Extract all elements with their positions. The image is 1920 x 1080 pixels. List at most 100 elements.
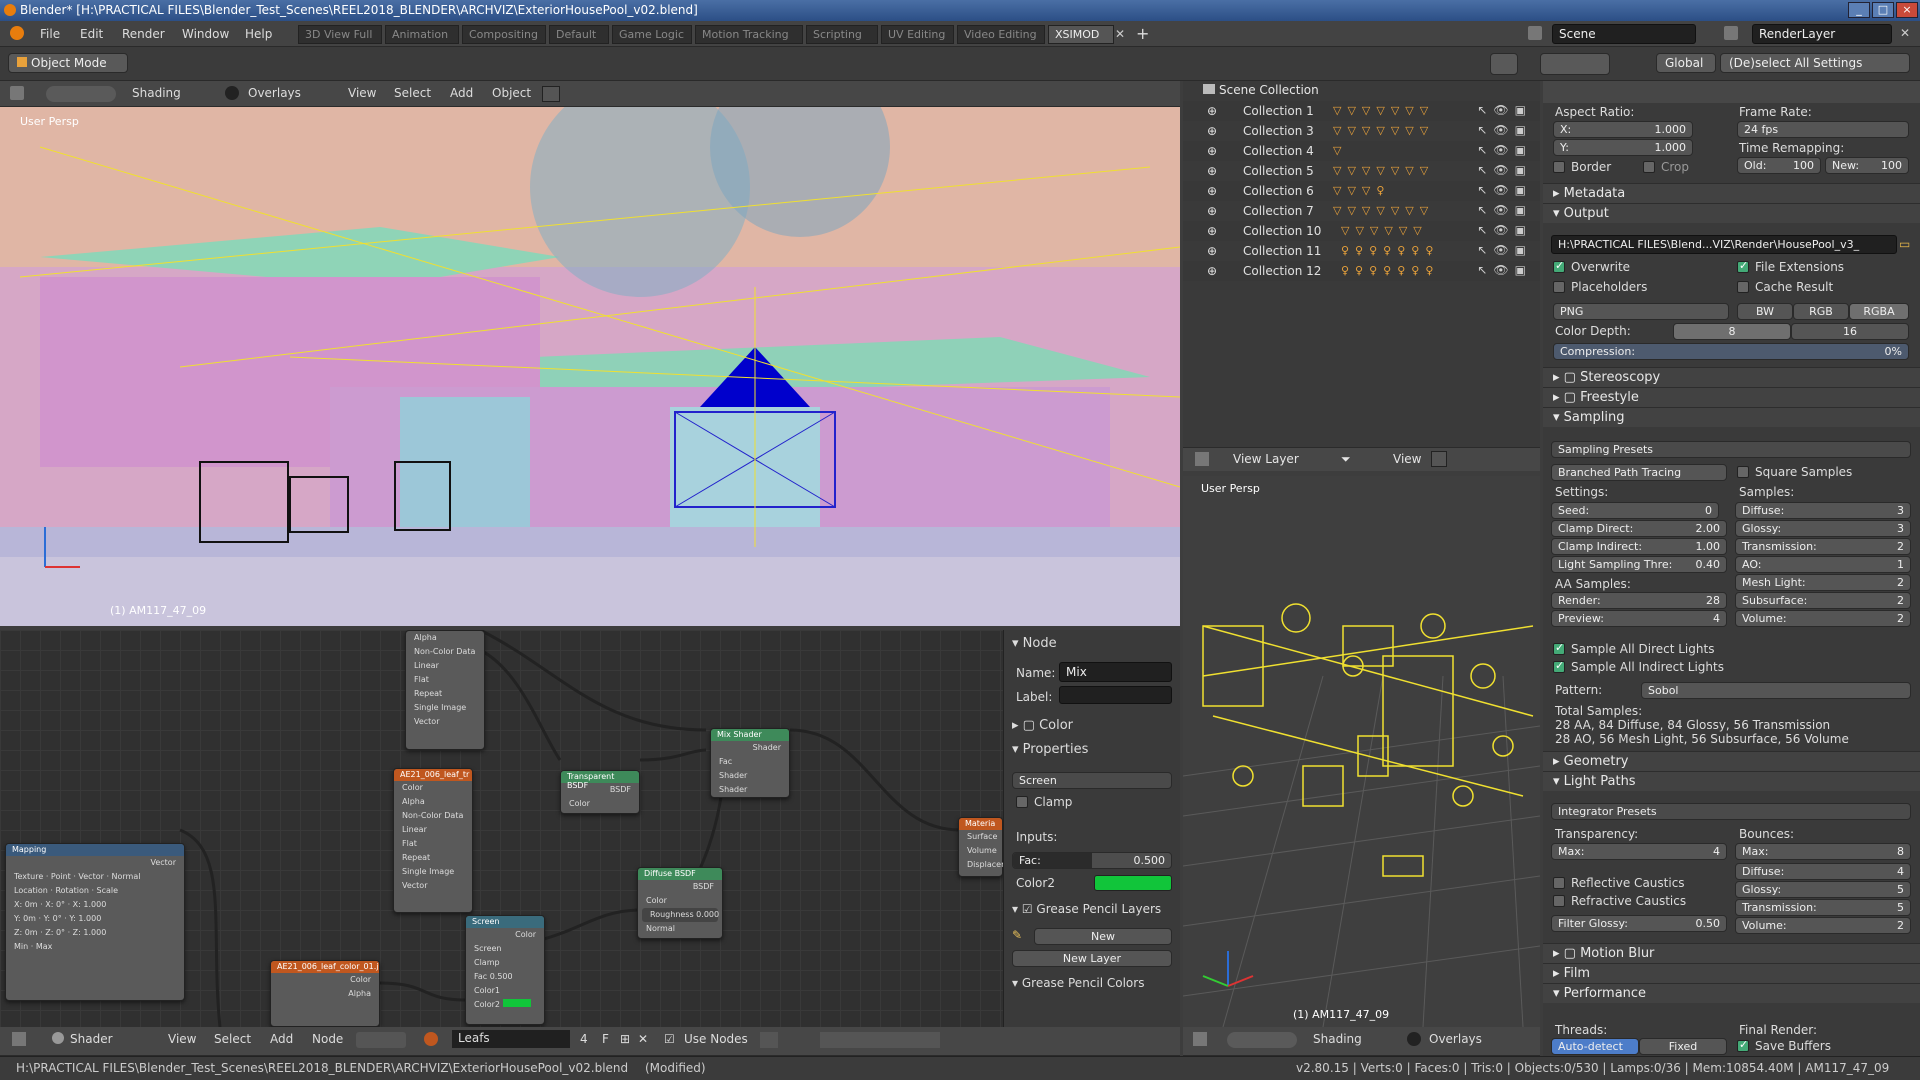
filter-glossy-field[interactable]: Filter Glossy: 0.50: [1551, 915, 1727, 932]
properties-section-header[interactable]: ▾ Properties: [1012, 742, 1088, 757]
section-performance[interactable]: ▾ Performance: [1543, 983, 1920, 1003]
blend-type-dropdown[interactable]: Screen: [1012, 772, 1172, 789]
expand-icon[interactable]: ⊕: [1207, 264, 1217, 278]
material-name-field[interactable]: Leafs: [452, 1030, 570, 1048]
close-window-button[interactable]: ×: [1896, 2, 1918, 18]
diffuse-bsdf-node[interactable]: Diffuse BSDF BSDF Color Roughness 0.000 Norm…: [637, 867, 723, 939]
node-type-buttons[interactable]: [356, 1032, 406, 1048]
section-film[interactable]: ▸ Film: [1543, 963, 1920, 983]
section-stereoscopy[interactable]: ▸ ▢ Stereoscopy: [1543, 367, 1920, 387]
section-motion-blur[interactable]: ▸ ▢ Motion Blur: [1543, 943, 1920, 963]
backdrop-icons[interactable]: [820, 1032, 900, 1048]
expand-icon[interactable]: ⊕: [1207, 104, 1217, 118]
color2-swatch[interactable]: [1094, 875, 1172, 891]
editor-type-icon[interactable]: [12, 1032, 26, 1046]
mapping-node[interactable]: Mapping Vector Texture · Point · Vector · …: [5, 843, 185, 1001]
bounces-transmission-field[interactable]: Transmission: 5: [1735, 899, 1911, 916]
expand-icon[interactable]: ⊕: [1207, 124, 1217, 138]
menu-select[interactable]: Select: [394, 86, 431, 100]
add-workspace-icon[interactable]: +: [1136, 24, 1149, 43]
menu-render[interactable]: Render: [122, 27, 165, 41]
image-texture-node-color[interactable]: AE21_006_leaf_color_01.j Color Alpha: [270, 960, 380, 1027]
bounces-max-field[interactable]: Max: 8: [1735, 843, 1911, 860]
cache-result-checkbox[interactable]: [1737, 281, 1749, 293]
scene-field[interactable]: Scene: [1552, 24, 1696, 44]
threads-fixed-button[interactable]: Fixed: [1639, 1038, 1727, 1055]
overlays-dropdown[interactable]: Overlays: [248, 86, 301, 100]
menu-add[interactable]: Add: [450, 86, 473, 100]
outliner-row[interactable]: ⊕ Collection 6 ▽▽▽♀ ↖👁▣: [1183, 181, 1540, 201]
tab-animation[interactable]: Animation: [385, 25, 459, 44]
gp-colors-header[interactable]: ▾ Grease Pencil Colors: [1012, 976, 1144, 990]
visibility-icons[interactable]: ↖👁▣: [1477, 143, 1532, 157]
overwrite-checkbox[interactable]: [1553, 259, 1565, 273]
screen-mix-node[interactable]: Screen Color Screen Clamp Fac 0.500 Color1 Col…: [465, 915, 545, 1025]
render-layer-field[interactable]: RenderLayer: [1752, 24, 1892, 44]
file-extensions-checkbox[interactable]: [1737, 259, 1749, 273]
shading-dropdown[interactable]: Shading: [1313, 1032, 1362, 1046]
outliner-row[interactable]: ⊕ Collection 7 ▽▽▽▽▽▽▽ ↖👁▣: [1183, 201, 1540, 221]
transmission-samples-field[interactable]: Transmission: 2: [1735, 538, 1911, 555]
3d-viewport-secondary[interactable]: User Persp (1) AM117_47_09: [1183, 476, 1540, 1027]
subsurface-samples-field[interactable]: Subsurface: 2: [1735, 592, 1911, 609]
outliner-row[interactable]: ⊕ Collection 12 ♀♀♀♀♀♀♀ ↖👁▣: [1183, 261, 1540, 281]
visibility-icons[interactable]: ↖👁▣: [1477, 183, 1532, 197]
sample-indirect-checkbox[interactable]: [1553, 659, 1565, 673]
tab-compositing[interactable]: Compositing: [462, 25, 546, 44]
menu-view[interactable]: View: [168, 1032, 196, 1046]
aspect-y-field[interactable]: Y: 1.000: [1553, 139, 1693, 156]
rgba-button[interactable]: RGBA: [1849, 303, 1909, 320]
transparency-max-field[interactable]: Max: 4: [1551, 843, 1727, 860]
outliner-row[interactable]: ⊕ Collection 5 ▽▽▽▽▽▽▽ ↖👁▣: [1183, 161, 1540, 181]
toggle-icon[interactable]: [542, 86, 560, 102]
outliner-row[interactable]: ⊕ Collection 4 ▽ ↖👁▣: [1183, 141, 1540, 161]
rgb-button[interactable]: RGB: [1793, 303, 1849, 320]
pencil-icon[interactable]: ✎: [1012, 928, 1022, 942]
file-format-dropdown[interactable]: PNG: [1553, 303, 1729, 320]
3d-viewport-main[interactable]: User Persp (1) AM117_47_09: [0, 107, 1180, 626]
menu-help[interactable]: Help: [245, 27, 272, 41]
tab-default[interactable]: Default: [549, 25, 609, 44]
section-output[interactable]: ▾ Output: [1543, 203, 1920, 223]
snap-icon[interactable]: [760, 1032, 778, 1048]
expand-icon[interactable]: ⊕: [1207, 204, 1217, 218]
visibility-icons[interactable]: ↖👁▣: [1477, 123, 1532, 137]
editor-type-icon[interactable]: [10, 86, 24, 100]
glossy-samples-field[interactable]: Glossy: 3: [1735, 520, 1911, 537]
bw-button[interactable]: BW: [1737, 303, 1793, 320]
ao-samples-field[interactable]: AO: 1: [1735, 556, 1911, 573]
tab-xsimod[interactable]: XSIMOD: [1048, 25, 1114, 44]
depth-8-button[interactable]: 8: [1673, 323, 1791, 340]
volume-samples-field[interactable]: Volume: 2: [1735, 610, 1911, 627]
gp-layers-header[interactable]: ▾ ☑ Grease Pencil Layers: [1012, 902, 1161, 916]
pivot-icon[interactable]: [1490, 53, 1518, 75]
reflective-caustics-checkbox[interactable]: [1553, 877, 1565, 889]
compression-slider[interactable]: Compression: 0%: [1553, 343, 1909, 360]
border-checkbox[interactable]: [1553, 161, 1565, 173]
section-sampling[interactable]: ▾ Sampling: [1543, 407, 1920, 427]
tab-scripting[interactable]: Scripting: [806, 25, 878, 44]
outliner-row[interactable]: ⊕ Collection 3 ▽▽▽▽▽▽▽ ↖👁▣: [1183, 121, 1540, 141]
outliner-root[interactable]: Scene Collection: [1203, 83, 1319, 97]
section-light-paths[interactable]: ▾ Light Paths: [1543, 771, 1920, 791]
overlays-icon[interactable]: [225, 86, 239, 100]
deselect-all-button[interactable]: (De)select All Settings: [1720, 53, 1910, 73]
menu-window[interactable]: Window: [182, 27, 229, 41]
node-name-field[interactable]: Mix: [1059, 662, 1172, 682]
visibility-icons[interactable]: ↖👁▣: [1477, 203, 1532, 217]
menu-view[interactable]: View: [348, 86, 376, 100]
outliner-view-menu[interactable]: View: [1393, 452, 1421, 466]
pattern-dropdown[interactable]: Sobol: [1641, 682, 1911, 699]
fake-user-button[interactable]: F: [602, 1032, 609, 1046]
image-texture-node-top[interactable]: Alpha Non-Color Data Linear Flat Repeat Singl…: [405, 630, 485, 750]
sampling-presets-dropdown[interactable]: Sampling Presets: [1551, 441, 1911, 458]
clamp-indirect-field[interactable]: Clamp Indirect: 1.00: [1551, 538, 1727, 555]
tab-motion-tracking[interactable]: Motion Tracking: [695, 25, 803, 44]
section-metadata[interactable]: ▸ Metadata: [1543, 183, 1920, 203]
fps-dropdown[interactable]: 24 fps: [1737, 121, 1909, 138]
visibility-icons[interactable]: ↖👁▣: [1477, 163, 1532, 177]
menu-object[interactable]: Object: [492, 86, 531, 100]
visibility-icons[interactable]: ↖👁▣: [1477, 223, 1532, 237]
roughness-field[interactable]: Roughness 0.000: [642, 908, 719, 922]
depth-16-button[interactable]: 16: [1791, 323, 1909, 340]
